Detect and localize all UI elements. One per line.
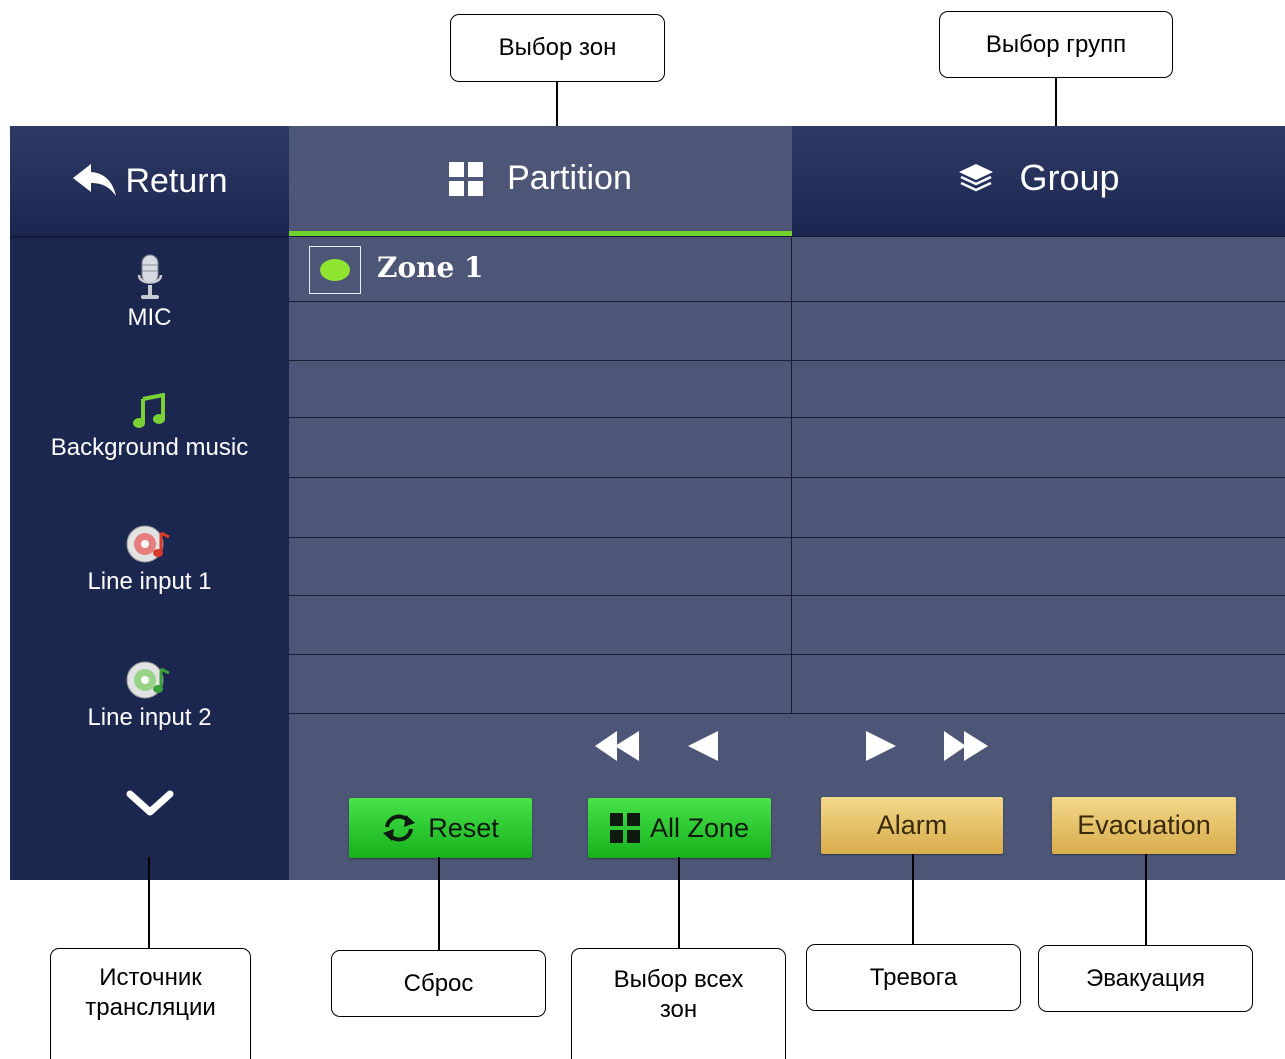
callout-reset: Сброс — [331, 950, 546, 1017]
zone-cell[interactable] — [289, 361, 792, 418]
tab-partition-label: Partition — [507, 159, 632, 197]
zone-cell[interactable]: Zone 1 — [289, 237, 792, 302]
source-line-input-2-label: Line input 2 — [87, 704, 212, 731]
all-zone-label: All Zone — [649, 812, 750, 843]
callout-line — [1145, 854, 1147, 945]
alarm-label: Alarm — [876, 810, 948, 840]
source-background-music-label: Background music — [50, 434, 249, 461]
callout-line — [912, 854, 914, 944]
zone-cell[interactable] — [792, 596, 1285, 655]
zone-cell[interactable] — [289, 478, 792, 538]
zone-label: Zone 1 — [377, 251, 484, 284]
next-page-button[interactable] — [864, 728, 898, 769]
zone-cell[interactable] — [792, 302, 1285, 361]
reset-button[interactable]: Reset — [349, 798, 532, 858]
scroll-down-button[interactable] — [10, 788, 289, 820]
alarm-button[interactable]: Alarm — [821, 797, 1003, 854]
top-bar: Return Partition Group — [10, 126, 1285, 236]
callout-all-zones: Выбор всех зон — [571, 948, 786, 1059]
chevron-down-icon — [125, 788, 175, 820]
grid-icon — [609, 813, 650, 843]
zone-cell[interactable] — [289, 538, 792, 596]
music-note-icon — [132, 388, 167, 434]
callout-group-select: Выбор групп — [939, 11, 1173, 78]
zone-cell[interactable] — [792, 655, 1285, 714]
zone-cell[interactable] — [792, 478, 1285, 538]
zone-cell[interactable] — [289, 418, 792, 478]
previous-page-button[interactable] — [686, 728, 720, 769]
callout-line — [678, 857, 680, 948]
source-background-music[interactable]: Background music — [10, 388, 289, 462]
cd-red-icon — [125, 520, 175, 568]
back-arrow-icon — [71, 162, 125, 200]
evacuation-label: Evacuation — [1077, 810, 1211, 840]
grid-icon — [449, 161, 484, 196]
tab-group[interactable]: Group — [792, 126, 1285, 230]
double-left-arrow-icon — [595, 728, 641, 764]
source-sidebar: MIC Background music Line input 1 Line i… — [10, 236, 289, 880]
evacuation-button[interactable]: Evacuation — [1052, 797, 1236, 854]
cd-green-icon — [125, 656, 175, 704]
right-arrow-icon — [864, 728, 898, 764]
annotated-screenshot: Выбор зон Выбор групп Return Partition G… — [0, 0, 1285, 1059]
callout-evacuation: Эвакуация — [1038, 945, 1253, 1012]
source-mic-label: MIC — [127, 304, 172, 331]
zone-cell[interactable] — [289, 302, 792, 361]
zone-cell[interactable] — [792, 237, 1285, 302]
callout-line — [438, 857, 440, 950]
return-label: Return — [125, 161, 228, 200]
tab-partition[interactable]: Partition — [289, 126, 792, 236]
callout-alarm: Тревога — [806, 944, 1021, 1011]
zone-cell[interactable] — [792, 361, 1285, 418]
return-button[interactable]: Return — [10, 126, 289, 236]
first-page-button[interactable] — [595, 728, 641, 769]
zone-grid: Zone 1 — [289, 236, 1285, 714]
zone-cell[interactable] — [792, 538, 1285, 596]
layers-icon — [957, 162, 995, 194]
double-right-arrow-icon — [942, 728, 988, 764]
all-zone-button[interactable]: All Zone — [588, 798, 771, 858]
left-arrow-icon — [686, 728, 720, 764]
zone-cell[interactable] — [289, 596, 792, 655]
callout-zone-select: Выбор зон — [450, 14, 665, 82]
callout-line — [148, 857, 150, 948]
callout-source: Источник трансляции — [50, 948, 251, 1059]
microphone-icon — [135, 252, 165, 304]
reset-label: Reset — [428, 812, 499, 843]
zone-checkbox[interactable] — [309, 246, 361, 294]
source-line-input-1-label: Line input 1 — [87, 568, 212, 595]
source-mic[interactable]: MIC — [10, 252, 289, 332]
tab-group-label: Group — [1019, 157, 1120, 198]
last-page-button[interactable] — [942, 728, 988, 769]
refresh-icon — [382, 813, 428, 843]
source-line-input-1[interactable]: Line input 1 — [10, 520, 289, 596]
zone-cell[interactable] — [289, 655, 792, 714]
selected-indicator — [320, 259, 350, 281]
source-line-input-2[interactable]: Line input 2 — [10, 656, 289, 732]
zone-cell[interactable] — [792, 418, 1285, 478]
device-screen: Return Partition Group MIC Background mu… — [10, 126, 1285, 880]
